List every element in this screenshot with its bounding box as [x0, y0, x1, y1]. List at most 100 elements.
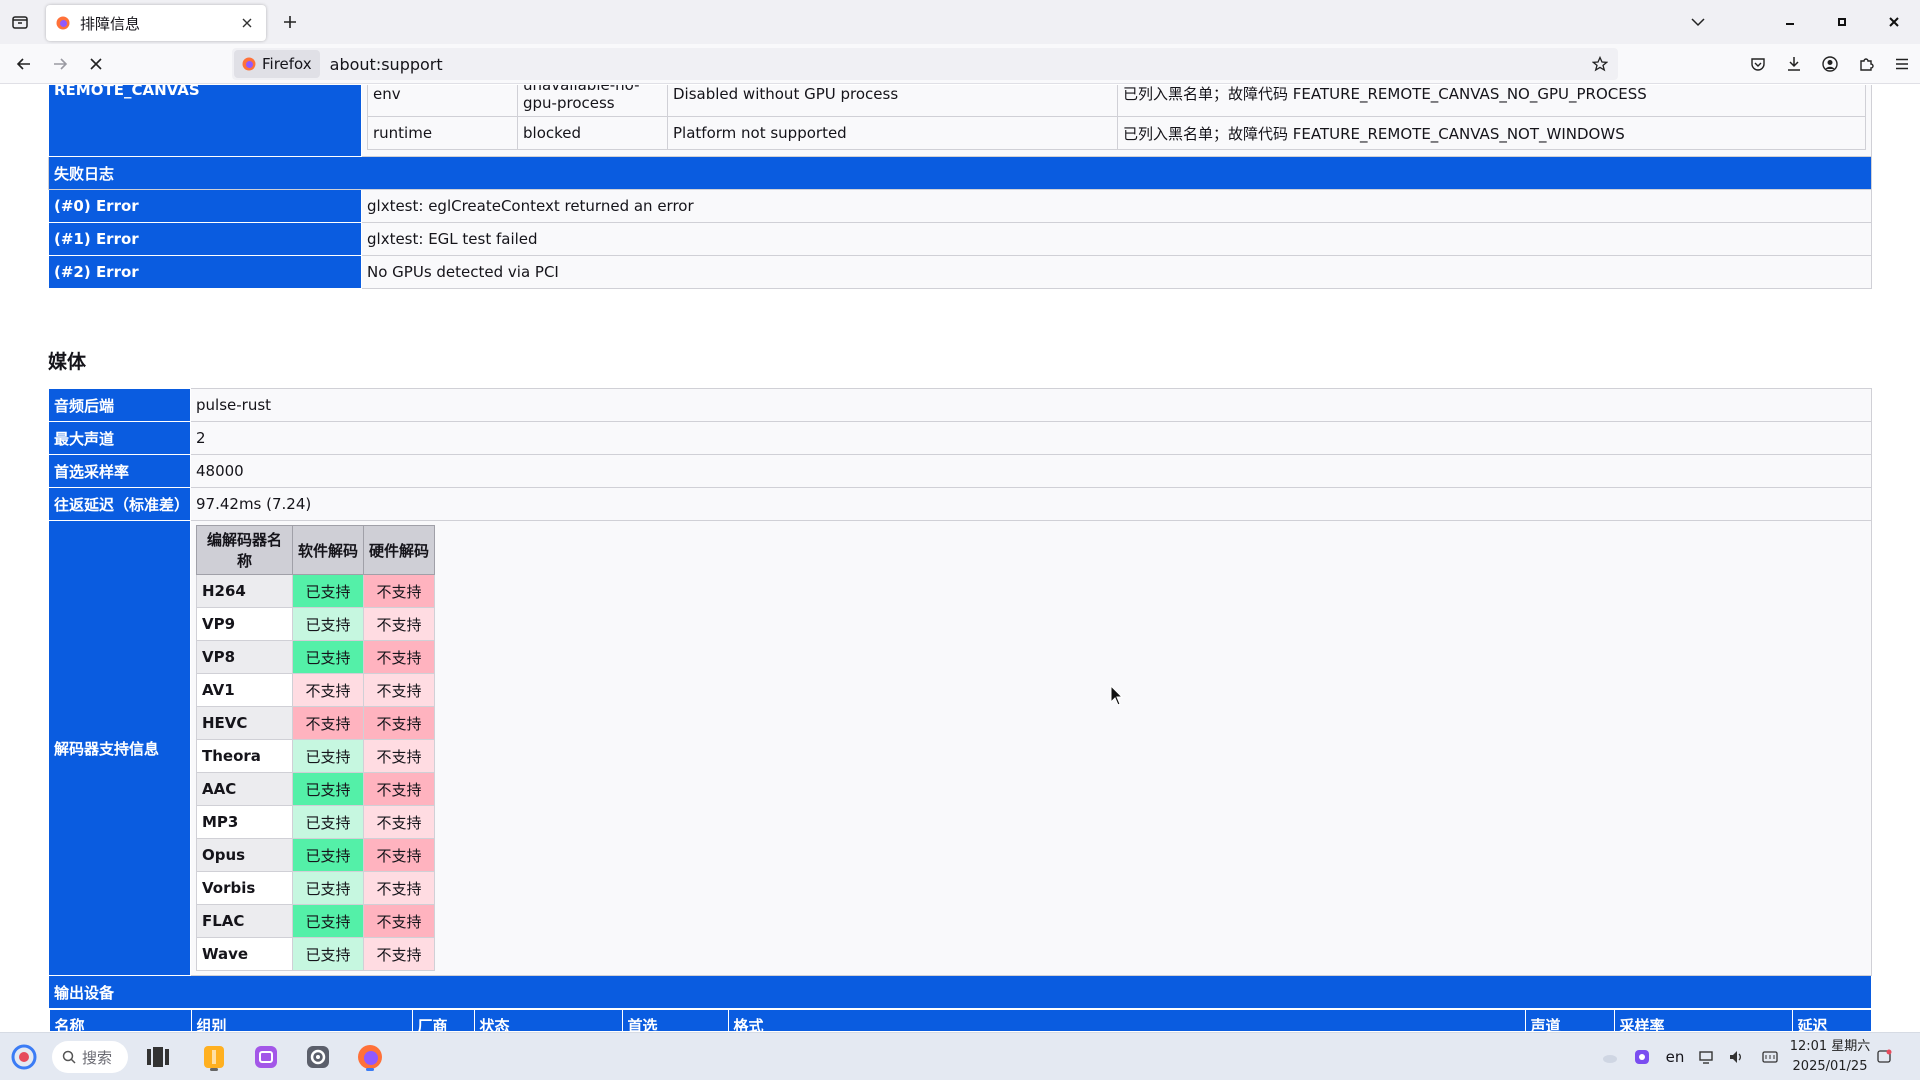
codec-row: Wave 已支持 不支持	[196, 937, 436, 971]
identity-label: Firefox	[262, 55, 312, 73]
settings-icon[interactable]	[302, 1041, 334, 1073]
launcher-icon[interactable]	[8, 1041, 40, 1073]
firefox-icon	[242, 57, 256, 71]
max-channels-label: 最大声道	[48, 421, 191, 455]
error-row: (#1) Error glxtest: EGL test failed	[48, 222, 1872, 256]
codec-name: Wave	[196, 937, 293, 971]
taskbar-search[interactable]: 搜索	[52, 1041, 128, 1073]
forward-icon[interactable]	[48, 52, 72, 76]
codec-name: H264	[196, 574, 293, 608]
column-header-preferred[interactable]: 首选	[621, 1009, 729, 1031]
notification-icon[interactable]	[1874, 1045, 1894, 1069]
error-row: (#0) Error glxtest: eglCreateContext ret…	[48, 189, 1872, 223]
new-tab-icon[interactable]	[278, 10, 302, 34]
hardware-decode-status: 不支持	[363, 904, 436, 938]
identity-box[interactable]: Firefox	[234, 50, 320, 78]
failure-log-header-row: 失败日志	[48, 156, 1872, 190]
codec-name: AAC	[196, 772, 293, 806]
url-text[interactable]: about:support	[330, 55, 1586, 74]
codec-name: VP8	[196, 640, 293, 674]
url-bar[interactable]: Firefox about:support	[232, 48, 1618, 80]
software-decode-status: 已支持	[291, 838, 365, 872]
error-value: No GPUs detected via PCI	[361, 255, 1872, 289]
error-value: glxtest: EGL test failed	[361, 222, 1872, 256]
codec-row: VP8 已支持 不支持	[196, 640, 436, 674]
column-header-sample-rate[interactable]: 采样率	[1613, 1009, 1793, 1031]
column-header-latency[interactable]: 延迟	[1791, 1009, 1872, 1031]
weather-icon[interactable]	[1600, 1045, 1620, 1069]
column-header-state[interactable]: 状态	[473, 1009, 623, 1031]
error-label: (#0) Error	[48, 189, 362, 223]
input-method-label[interactable]: en	[1663, 1045, 1687, 1069]
tab-overflow-chevron-icon[interactable]	[1672, 0, 1724, 44]
firefox-taskbar-icon[interactable]	[354, 1041, 386, 1073]
status-value: unavailable-no-gpu-process	[517, 85, 668, 117]
screen-recorder-icon[interactable]	[250, 1041, 282, 1073]
roundtrip-latency-value: 97.42ms (7.24)	[190, 487, 1872, 521]
list-all-tabs-icon[interactable]	[8, 10, 32, 34]
codec-name: Vorbis	[196, 871, 293, 905]
clock[interactable]: 12:01 星期六 2025/01/25	[1786, 1037, 1874, 1077]
network-icon[interactable]	[1696, 1045, 1716, 1069]
column-header-name[interactable]: 名称	[48, 1009, 192, 1031]
software-decode-status: 已支持	[291, 871, 365, 905]
minimize-icon[interactable]	[1764, 0, 1816, 44]
table-row: runtime blocked Platform not supported 已…	[367, 116, 1866, 150]
remote-canvas-row: REMOTE_CANVAS env unavailable-no-gpu-pro…	[48, 85, 1872, 157]
failure-code: 已列入黑名单；故障代码 FEATURE_REMOTE_CANVAS_NOT_WI…	[1117, 116, 1866, 150]
tab-title: 排障信息	[80, 14, 141, 33]
maximize-icon[interactable]	[1816, 0, 1868, 44]
tab-troubleshooting[interactable]: 排障信息	[46, 5, 266, 41]
codec-row: AAC 已支持 不支持	[196, 772, 436, 806]
bookmark-star-icon[interactable]	[1586, 50, 1614, 78]
column-header-group[interactable]: 组别	[190, 1009, 413, 1031]
multitask-view-icon[interactable]	[142, 1041, 174, 1073]
stop-icon[interactable]	[84, 52, 108, 76]
column-header-vendor[interactable]: 厂商	[411, 1009, 475, 1031]
hardware-decode-status: 不支持	[363, 607, 436, 641]
error-value: glxtest: eglCreateContext returned an er…	[361, 189, 1872, 223]
software-decode-status: 已支持	[291, 937, 365, 971]
column-header-format[interactable]: 格式	[727, 1009, 1526, 1031]
output-devices-header-row: 输出设备	[48, 975, 1872, 1009]
extensions-icon[interactable]	[1848, 52, 1884, 76]
account-icon[interactable]	[1812, 52, 1848, 76]
codec-name: FLAC	[196, 904, 293, 938]
hardware-decode-status: 不支持	[363, 937, 436, 971]
software-decode-status: 不支持	[291, 673, 365, 707]
preferred-sample-rate-value: 48000	[190, 454, 1872, 488]
preferred-sample-rate-label: 首选采样率	[48, 454, 191, 488]
error-label: (#2) Error	[48, 255, 362, 289]
status-message: Disabled without GPU process	[667, 85, 1118, 117]
back-icon[interactable]	[12, 52, 36, 76]
downloads-icon[interactable]	[1776, 52, 1812, 76]
output-devices-columns-cell: 名称 组别 厂商 状态 首选 格式 声道 采样率 延迟	[48, 1009, 1872, 1031]
close-window-icon[interactable]	[1868, 0, 1920, 44]
pocket-icon[interactable]	[1740, 52, 1776, 76]
keyboard-layout-icon[interactable]	[1760, 1045, 1780, 1069]
software-decode-status: 已支持	[291, 574, 365, 608]
codec-name: AV1	[196, 673, 293, 707]
column-header-channels[interactable]: 声道	[1524, 1009, 1615, 1031]
screenshot-tool-icon[interactable]	[1632, 1045, 1652, 1069]
page-content: REMOTE_CANVAS env unavailable-no-gpu-pro…	[0, 85, 1920, 1031]
menu-icon[interactable]	[1884, 52, 1920, 76]
decoder-support-value: 编解码器名称 软件解码 硬件解码 H264 已支持 不支持 VP9 已支持 不支持 VP8 已…	[190, 520, 1872, 976]
software-decode-status: 已支持	[291, 904, 365, 938]
close-tab-icon[interactable]	[238, 14, 256, 32]
volume-icon[interactable]	[1726, 1045, 1746, 1069]
file-manager-icon[interactable]	[198, 1041, 230, 1073]
software-decode-header: 软件解码	[291, 525, 365, 575]
table-row: env unavailable-no-gpu-process Disabled …	[367, 85, 1866, 117]
roundtrip-latency-label: 往返延迟（标准差）	[48, 487, 191, 521]
codec-name: Opus	[196, 838, 293, 872]
media-section-title: 媒体	[48, 351, 87, 373]
media-row: 往返延迟（标准差） 97.42ms (7.24)	[48, 487, 1872, 521]
codec-header-row: 编解码器名称 软件解码 硬件解码	[196, 525, 436, 575]
hardware-decode-status: 不支持	[363, 739, 436, 773]
hardware-decode-status: 不支持	[363, 574, 436, 608]
hardware-decode-status: 不支持	[363, 673, 436, 707]
hardware-decode-status: 不支持	[363, 871, 436, 905]
error-label: (#1) Error	[48, 222, 362, 256]
codec-body: H264 已支持 不支持 VP9 已支持 不支持 VP8 已支持 不支持 AV1 不支持 不支持 HEV…	[196, 574, 436, 971]
